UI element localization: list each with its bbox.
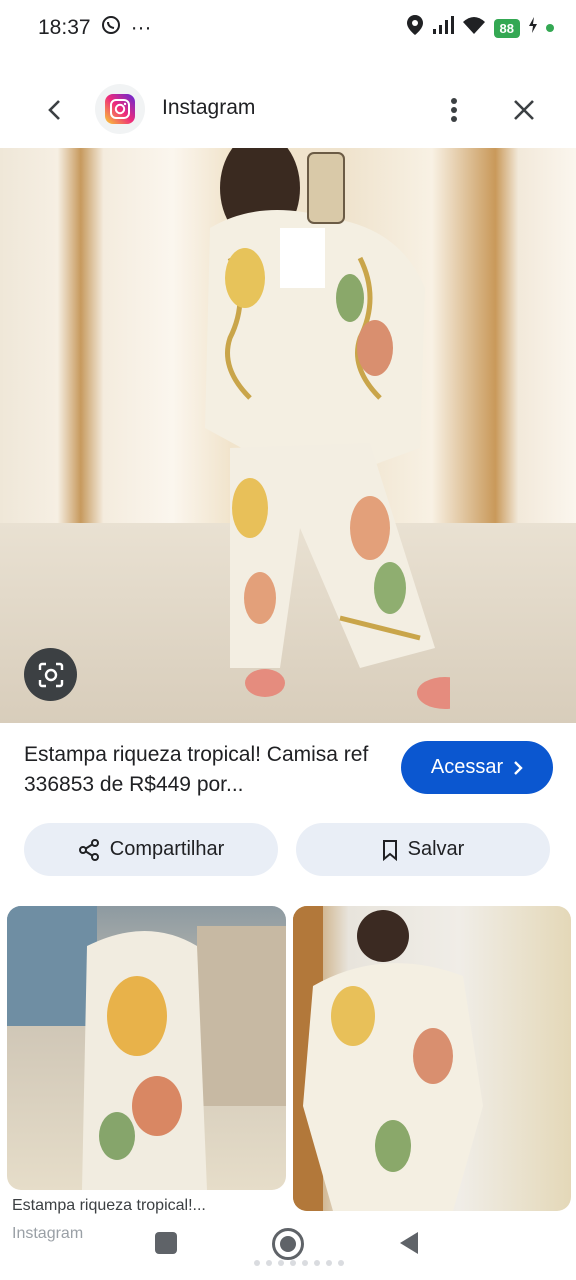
page-dot <box>326 1260 332 1266</box>
signal-icon <box>432 15 454 41</box>
battery-level: 88 <box>493 18 520 38</box>
lens-icon <box>38 662 63 687</box>
share-button[interactable]: Compartilhar <box>24 823 278 876</box>
nav-back-button[interactable] <box>398 1230 420 1261</box>
arrow-back-icon <box>48 100 60 120</box>
source-title[interactable]: Instagram <box>162 96 255 120</box>
related-result-image[interactable] <box>293 906 571 1211</box>
whatsapp-icon <box>101 15 121 41</box>
header: Instagram <box>0 80 576 138</box>
result-caption: Estampa riqueza tropical! Camisa ref 336… <box>24 743 369 796</box>
more-options-button[interactable] <box>436 90 472 130</box>
chevron-right-icon <box>514 760 523 775</box>
home-icon <box>280 1236 296 1252</box>
page-dot <box>266 1260 272 1266</box>
visit-button[interactable]: Acessar <box>401 741 553 794</box>
home-button[interactable] <box>272 1228 304 1260</box>
close-icon <box>514 100 534 120</box>
back-button[interactable] <box>36 92 72 128</box>
more-vert-icon <box>451 98 457 122</box>
page-indicator <box>254 1260 344 1266</box>
main-image[interactable] <box>0 148 576 723</box>
recents-button[interactable] <box>155 1232 177 1254</box>
status-left: 18:37 ··· <box>38 15 152 41</box>
status-time: 18:37 <box>38 16 91 39</box>
save-label: Salvar <box>407 838 465 860</box>
page-dot <box>254 1260 260 1266</box>
page-dot <box>290 1260 296 1266</box>
status-right: 88 <box>406 14 554 42</box>
save-button[interactable]: Salvar <box>296 823 550 876</box>
bookmark-icon <box>382 839 397 861</box>
status-bar: 18:37 ··· 88 <box>0 0 576 56</box>
page-dot <box>314 1260 320 1266</box>
share-icon <box>78 838 99 861</box>
page-dot <box>338 1260 344 1266</box>
related-image-b <box>293 906 483 1211</box>
notification-dot <box>546 24 554 32</box>
system-nav-bar <box>0 1210 576 1280</box>
person-figure <box>205 148 450 709</box>
page-dot <box>278 1260 284 1266</box>
visit-button-label: Acessar <box>430 756 504 778</box>
wifi-icon <box>462 15 486 41</box>
close-button[interactable] <box>505 90 543 130</box>
app-logo <box>95 84 145 134</box>
share-label: Compartilhar <box>109 838 225 860</box>
lens-search-button[interactable] <box>24 648 77 701</box>
triangle-back-icon <box>400 1232 418 1254</box>
status-extra: ··· <box>130 16 152 39</box>
charging-icon <box>528 16 538 40</box>
location-icon <box>406 14 424 42</box>
instagram-logo-icon <box>105 94 135 124</box>
page-dot <box>302 1260 308 1266</box>
related-result-image[interactable] <box>7 906 286 1190</box>
related-image-a <box>7 906 286 1190</box>
